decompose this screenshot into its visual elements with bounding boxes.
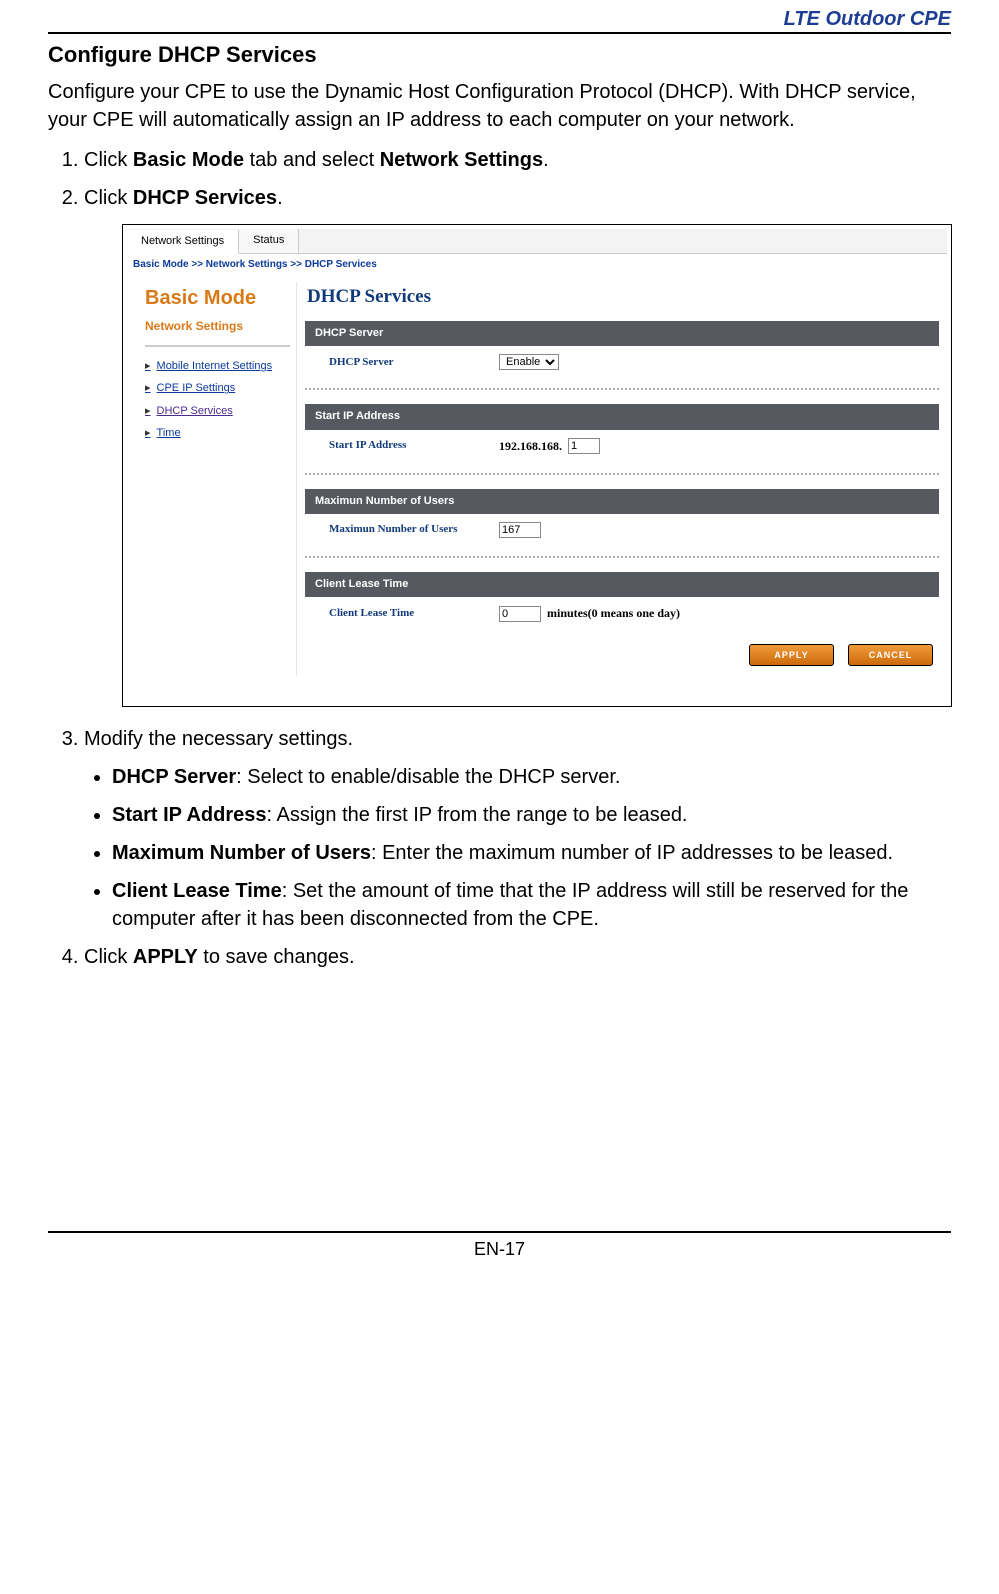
router-ui-screenshot: Network Settings Status Basic Mode >> Ne…	[122, 224, 952, 707]
apply-button[interactable]: APPLY	[749, 644, 834, 666]
bullet-text: : Enter the maximum number of IP address…	[371, 842, 893, 864]
step2-post: .	[277, 187, 283, 209]
sidebar-divider	[145, 345, 290, 347]
start-ip-prefix: 192.168.168.	[499, 438, 562, 455]
intro-paragraph: Configure your CPE to use the Dynamic Ho…	[48, 78, 951, 134]
block-header-start-ip: Start IP Address	[305, 404, 939, 429]
step1-bold2: Network Settings	[380, 149, 543, 171]
bullet-text: : Assign the first IP from the range to …	[267, 804, 688, 826]
cancel-button[interactable]: CANCEL	[848, 644, 933, 666]
tab-status[interactable]: Status	[239, 229, 299, 253]
input-max-users[interactable]	[499, 522, 541, 538]
block-header-dhcp: DHCP Server	[305, 321, 939, 346]
select-dhcp-server[interactable]: Enable	[499, 354, 559, 370]
page-title: DHCP Services	[305, 282, 939, 321]
label-lease: Client Lease Time	[329, 606, 489, 621]
divider	[305, 473, 939, 475]
main-pane: DHCP Services DHCP Server DHCP Server En…	[305, 282, 947, 676]
tab-network-settings[interactable]: Network Settings	[127, 230, 239, 254]
step4-bold: APPLY	[133, 946, 198, 968]
section-title: Configure DHCP Services	[48, 42, 951, 68]
step4-post: to save changes.	[198, 946, 355, 968]
sidebar-item-label: CPE IP Settings	[157, 381, 236, 395]
bullet-label: Client Lease Time	[112, 880, 282, 902]
bullet-icon: ▸	[145, 359, 151, 373]
step1-post: .	[543, 149, 549, 171]
step3-text: Modify the necessary settings.	[84, 728, 353, 750]
bullet-start-ip: Start IP Address: Assign the first IP fr…	[112, 801, 951, 829]
step1-mid: tab and select	[244, 149, 380, 171]
bullet-icon: ▸	[145, 426, 151, 440]
bullet-label: Start IP Address	[112, 804, 267, 826]
sidebar: Basic Mode Network Settings ▸ Mobile Inte…	[127, 282, 297, 676]
sidebar-item-cpe-ip[interactable]: ▸ CPE IP Settings	[145, 377, 290, 399]
top-tabs: Network Settings Status	[127, 229, 947, 254]
step2-pre: Click	[84, 187, 133, 209]
block-lease-time: Client Lease Time Client Lease Time minu…	[305, 572, 939, 632]
step2-bold: DHCP Services	[133, 187, 277, 209]
step-2: Click DHCP Services. Network Settings St…	[84, 184, 951, 707]
divider	[305, 388, 939, 390]
bullet-text: : Select to enable/disable the DHCP serv…	[236, 766, 620, 788]
bullet-max-users: Maximum Number of Users: Enter the maxim…	[112, 839, 951, 867]
mode-subtitle: Network Settings	[145, 314, 290, 341]
divider	[305, 556, 939, 558]
doc-header-label: LTE Outdoor CPE	[48, 0, 951, 34]
bullet-icon: ▸	[145, 404, 151, 418]
bullet-lease-time: Client Lease Time: Set the amount of tim…	[112, 877, 951, 933]
button-row: APPLY CANCEL	[305, 640, 939, 666]
bullet-label: Maximum Number of Users	[112, 842, 371, 864]
sidebar-item-mobile-internet[interactable]: ▸ Mobile Internet Settings	[145, 355, 290, 377]
input-lease-time[interactable]	[499, 606, 541, 622]
lease-hint: minutes(0 means one day)	[547, 605, 680, 622]
step-4: Click APPLY to save changes.	[84, 943, 951, 971]
block-dhcp-server: DHCP Server DHCP Server Enable	[305, 321, 939, 380]
step-3: Modify the necessary settings. DHCP Serv…	[84, 725, 951, 933]
bullet-icon: ▸	[145, 381, 151, 395]
sidebar-item-label: Time	[157, 426, 181, 440]
sidebar-item-dhcp-services[interactable]: ▸ DHCP Services	[145, 400, 290, 422]
step1-pre: Click	[84, 149, 133, 171]
block-start-ip: Start IP Address Start IP Address 192.16…	[305, 404, 939, 464]
block-header-max-users: Maximun Number of Users	[305, 489, 939, 514]
block-header-lease: Client Lease Time	[305, 572, 939, 597]
sidebar-item-time[interactable]: ▸ Time	[145, 422, 290, 444]
block-max-users: Maximun Number of Users Maximun Number o…	[305, 489, 939, 548]
sidebar-item-label: Mobile Internet Settings	[157, 359, 273, 373]
breadcrumb: Basic Mode >> Network Settings >> DHCP S…	[127, 254, 947, 282]
bullet-label: DHCP Server	[112, 766, 236, 788]
step1-bold1: Basic Mode	[133, 149, 244, 171]
label-dhcp-server: DHCP Server	[329, 355, 489, 370]
sidebar-item-label: DHCP Services	[157, 404, 233, 418]
label-max-users: Maximun Number of Users	[329, 522, 489, 537]
page-number: EN-17	[48, 1231, 951, 1260]
input-start-ip[interactable]	[568, 438, 600, 454]
bullet-dhcp-server: DHCP Server: Select to enable/disable th…	[112, 763, 951, 791]
step-1: Click Basic Mode tab and select Network …	[84, 146, 951, 174]
mode-title: Basic Mode	[145, 282, 290, 314]
step4-pre: Click	[84, 946, 133, 968]
label-start-ip: Start IP Address	[329, 438, 489, 453]
